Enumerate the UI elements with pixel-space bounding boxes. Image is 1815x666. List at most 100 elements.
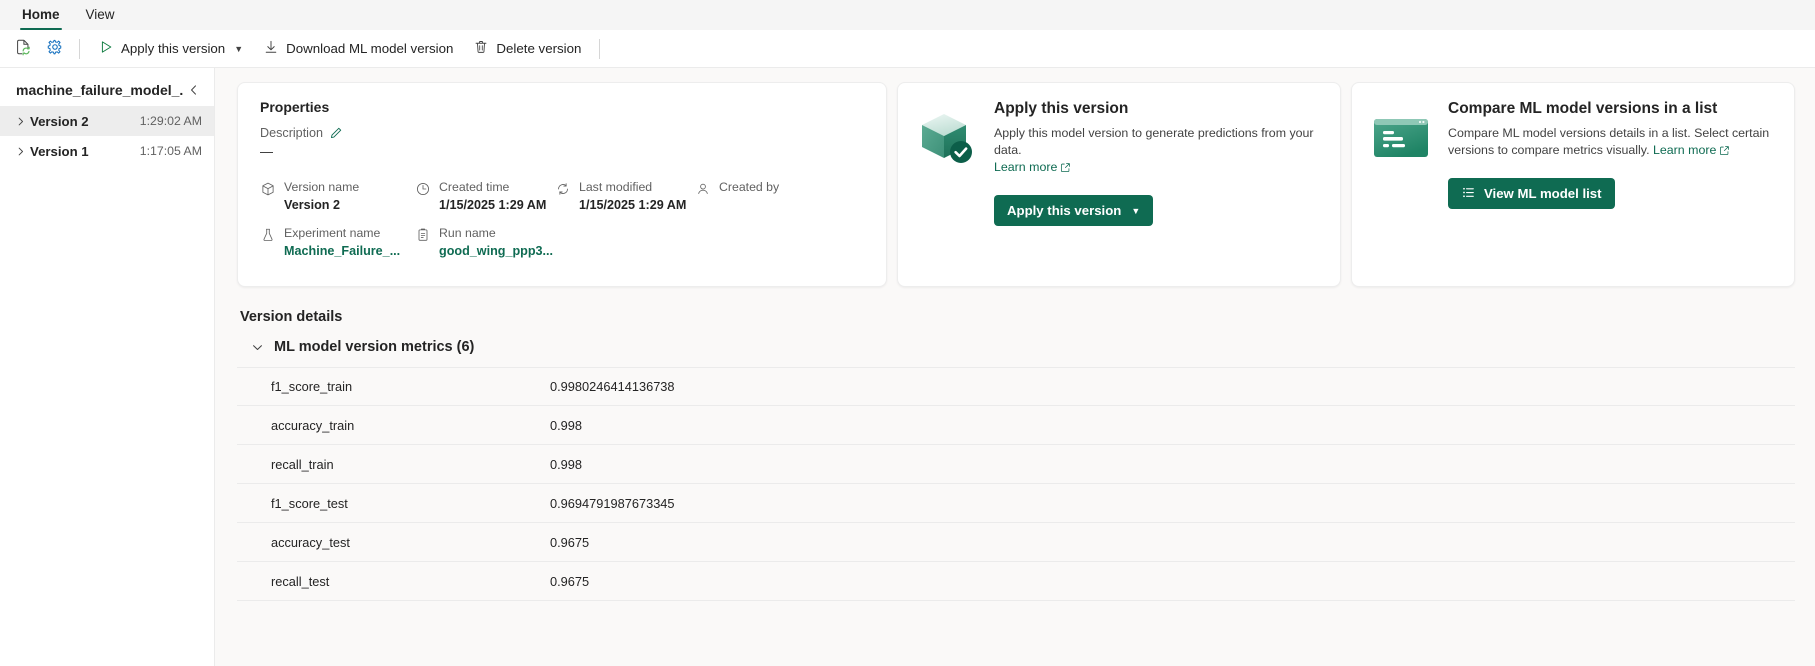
description-row: Description: [260, 126, 866, 140]
version-2-label: Version 2: [30, 113, 89, 129]
view-ml-model-list-button-label: View ML model list: [1484, 186, 1602, 201]
open-in-new-icon[interactable]: [1719, 144, 1730, 161]
flask-icon: [260, 227, 276, 243]
table-row[interactable]: recall_test 0.9675: [237, 562, 1795, 601]
trash-icon: [473, 39, 489, 58]
metric-key: accuracy_train: [271, 417, 355, 433]
compare-card-learn-more-link[interactable]: Learn more: [1653, 143, 1716, 157]
properties-metadata-grid: Version name Version 2 Created time 1/15…: [260, 180, 866, 258]
compare-card-description: Compare ML model versions details in a l…: [1448, 125, 1776, 161]
list-icon: [1461, 185, 1476, 203]
metric-value: 0.9675: [550, 534, 590, 550]
compare-card-title: Compare ML model versions in a list: [1448, 100, 1718, 117]
person-icon: [695, 181, 711, 197]
pencil-icon[interactable]: [329, 126, 343, 140]
refresh-document-button[interactable]: [8, 34, 38, 64]
description-value: —: [260, 144, 273, 159]
field-experiment-name: Experiment name Machine_Failure_...: [260, 226, 415, 258]
created-time-label: Created time: [439, 180, 510, 194]
metric-value: 0.9694791987673345: [550, 495, 675, 511]
metric-key: recall_train: [271, 456, 334, 472]
table-row[interactable]: accuracy_test 0.9675: [237, 523, 1795, 562]
metric-key: f1_score_test: [271, 495, 348, 511]
ribbon-tab-strip: Home View: [0, 0, 1815, 30]
view-ml-model-list-button[interactable]: View ML model list: [1448, 178, 1615, 209]
field-last-modified: Last modified 1/15/2025 1:29 AM: [555, 180, 695, 212]
last-modified-label: Last modified: [579, 180, 653, 194]
version-1-time: 1:17:05 AM: [139, 144, 202, 158]
main-content: Properties Description — Version name Ve…: [215, 68, 1815, 666]
tab-view[interactable]: View: [74, 3, 127, 30]
apply-this-version-command-label: Apply this version: [121, 41, 226, 56]
apply-card-body: Apply this version Apply this model vers…: [994, 99, 1322, 270]
created-by-label: Created by: [719, 180, 780, 194]
expand-chevron-icon[interactable]: [10, 146, 30, 157]
metadata-row-2: Experiment name Machine_Failure_... Run …: [260, 226, 866, 258]
metric-key: recall_test: [271, 573, 330, 589]
collapse-pane-button[interactable]: [184, 80, 204, 100]
metric-value: 0.998: [550, 417, 583, 433]
field-created-by: Created by: [695, 180, 779, 212]
document-refresh-icon: [14, 38, 32, 59]
delete-version-command[interactable]: Delete version: [464, 34, 590, 64]
download-ml-model-version-command-label: Download ML model version: [286, 41, 454, 56]
cards-row: Properties Description — Version name Ve…: [237, 82, 1795, 287]
properties-card: Properties Description — Version name Ve…: [237, 82, 887, 287]
experiment-name-link[interactable]: Machine_Failure_...: [284, 244, 400, 258]
experiment-name-label: Experiment name: [284, 226, 381, 240]
metrics-group-toggle[interactable]: ML model version metrics (6): [251, 339, 1795, 355]
run-name-link[interactable]: good_wing_ppp3...: [439, 244, 553, 258]
gear-icon: [46, 38, 64, 59]
compare-card-body: Compare ML model versions in a list Comp…: [1448, 99, 1776, 270]
version-2-time: 1:29:02 AM: [139, 114, 202, 128]
version-1-label: Version 1: [30, 143, 89, 159]
toolbar-divider: [79, 38, 80, 59]
metadata-row-1: Version name Version 2 Created time 1/15…: [260, 180, 866, 212]
metric-value: 0.9675: [550, 573, 590, 589]
cube-icon: [260, 181, 276, 197]
field-created-time: Created time 1/15/2025 1:29 AM: [415, 180, 555, 212]
versions-pane-header: machine_failure_model_...: [0, 74, 214, 106]
play-icon: [98, 39, 114, 58]
created-time-value: 1/15/2025 1:29 AM: [439, 198, 547, 212]
sidebar-item-version-2[interactable]: Version 2 1:29:02 AM: [0, 106, 214, 136]
run-name-label: Run name: [439, 226, 496, 240]
table-row[interactable]: recall_train 0.998: [237, 445, 1795, 484]
apply-this-version-command[interactable]: Apply this version ▼: [89, 34, 252, 64]
open-in-new-icon[interactable]: [1060, 161, 1071, 178]
sidebar-item-version-1[interactable]: Version 1 1:17:05 AM: [0, 136, 214, 166]
list-window-illustration: [1370, 99, 1434, 270]
apply-card-description-text: Apply this model version to generate pre…: [994, 126, 1314, 157]
table-row[interactable]: f1_score_test 0.9694791987673345: [237, 484, 1795, 523]
chevron-down-icon: [251, 341, 264, 354]
apply-this-version-button[interactable]: Apply this version ▼: [994, 195, 1154, 226]
version-details-heading: Version details: [240, 309, 343, 325]
compare-versions-card: Compare ML model versions in a list Comp…: [1351, 82, 1795, 287]
download-icon: [263, 39, 279, 58]
table-row[interactable]: f1_score_train 0.9980246414136738: [237, 367, 1795, 406]
description-label: Description: [260, 126, 323, 140]
properties-title: Properties: [260, 99, 330, 115]
metric-value: 0.9980246414136738: [550, 379, 675, 394]
apply-card-learn-more-link[interactable]: Learn more: [994, 160, 1057, 174]
apply-card-title: Apply this version: [994, 100, 1129, 117]
clipboard-icon: [415, 227, 431, 243]
apply-this-version-button-label: Apply this version: [1007, 203, 1122, 218]
command-bar: Apply this version ▼ Download ML model v…: [0, 30, 1815, 68]
metrics-table: f1_score_train 0.9980246414136738 accura…: [237, 367, 1795, 601]
settings-button[interactable]: [40, 34, 70, 64]
apply-card-description: Apply this model version to generate pre…: [994, 125, 1322, 178]
toolbar-divider-end: [599, 38, 601, 59]
cube-check-illustration: [916, 99, 980, 270]
chevron-down-icon: ▼: [1131, 205, 1141, 216]
delete-version-command-label: Delete version: [496, 41, 582, 56]
apply-this-version-card: Apply this version Apply this model vers…: [897, 82, 1341, 287]
chevron-left-icon: [191, 85, 196, 95]
table-row[interactable]: accuracy_train 0.998: [237, 406, 1795, 445]
expand-chevron-icon[interactable]: [10, 116, 30, 127]
metric-value: 0.998: [550, 456, 583, 472]
refresh-icon: [555, 181, 571, 197]
tab-home[interactable]: Home: [10, 3, 72, 30]
download-ml-model-version-command[interactable]: Download ML model version: [254, 34, 462, 64]
field-run-name: Run name good_wing_ppp3...: [415, 226, 555, 258]
